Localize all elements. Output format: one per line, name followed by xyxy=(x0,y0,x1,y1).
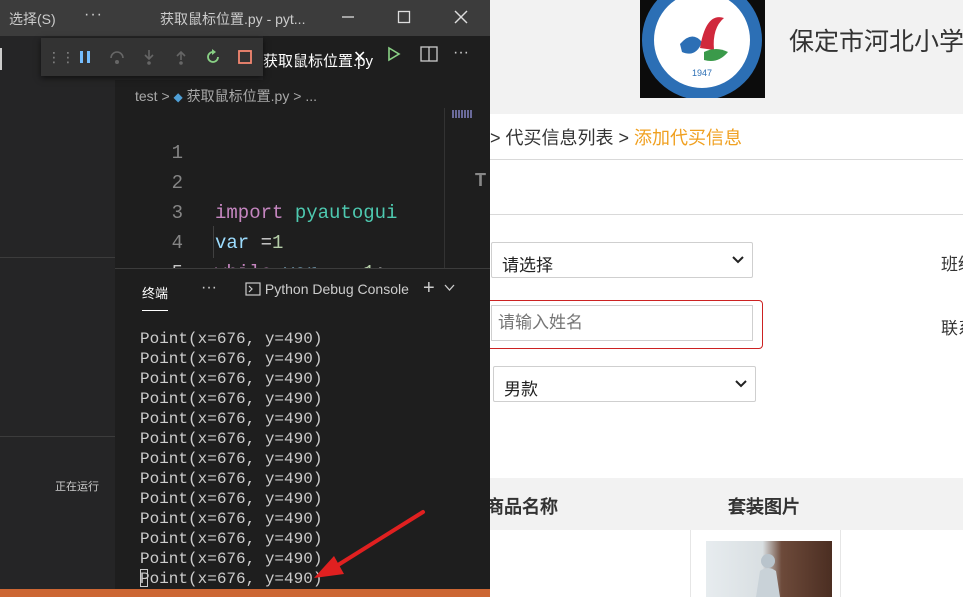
terminal-line: Point(x=676, y=490) xyxy=(140,530,323,548)
item-select[interactable]: 请选择 xyxy=(491,242,753,278)
breadcrumb-file[interactable]: 获取鼠标位置.py xyxy=(187,88,290,104)
terminal-line: Point(x=676, y=490) xyxy=(140,430,323,448)
indent-guide xyxy=(213,226,214,258)
terminal-line: Point(x=676, y=490) xyxy=(140,390,323,408)
minimize-icon[interactable] xyxy=(333,4,363,30)
label-contact: 联系 xyxy=(941,319,963,338)
terminal-line: Point(x=676, y=490) xyxy=(140,510,323,528)
product-photo[interactable] xyxy=(706,541,832,597)
split-editor-icon[interactable] xyxy=(420,46,438,67)
restart-icon[interactable] xyxy=(197,41,229,73)
explorer-stub xyxy=(0,48,8,70)
minimap-glyph: T xyxy=(475,170,486,190)
terminal-output[interactable]: Point(x=676, y=490) Point(x=676, y=490) … xyxy=(140,329,322,589)
code-line: 2 import pyautogui xyxy=(115,138,398,224)
tab-close-icon[interactable]: ✕ xyxy=(353,47,366,67)
status-bar xyxy=(0,589,490,597)
new-terminal-icon[interactable]: + xyxy=(423,277,435,300)
code-line: 3 var =1 xyxy=(115,168,284,254)
vscode-window: 选择(S) ··· 获取鼠标位置.py - pyt... 正在运行 获取鼠标位置… xyxy=(0,0,490,597)
terminal-line: Point(x=676, y=490) xyxy=(140,470,323,488)
divider xyxy=(490,159,963,160)
chevron-down-icon[interactable] xyxy=(444,283,455,295)
cell-divider xyxy=(840,530,841,597)
variable: var xyxy=(215,232,250,254)
module-name: pyautogui xyxy=(294,202,398,224)
column-header-image: 套装图片 xyxy=(728,497,800,517)
tab-terminal[interactable]: 终端 xyxy=(142,283,169,311)
site-name: 保定市河北小学 xyxy=(789,28,963,56)
terminal-line: Point(x=676, y=490) xyxy=(140,410,323,428)
maximize-icon[interactable] xyxy=(389,4,419,30)
minimap-preview xyxy=(452,110,472,118)
drag-handle-icon[interactable]: ⋮⋮ xyxy=(47,49,75,66)
breadcrumb-folder[interactable]: test xyxy=(135,88,158,104)
terminal-line: Point(x=676, y=490) xyxy=(140,450,323,468)
operator: = xyxy=(249,232,273,254)
panel-more-icon[interactable]: ··· xyxy=(201,279,217,297)
step-into-icon[interactable] xyxy=(133,41,165,73)
logo-year: 1947 xyxy=(692,68,712,78)
breadcrumb-current: 添加代买信息 xyxy=(634,128,743,148)
python-file-icon: ◆ xyxy=(173,90,183,104)
window-title: 获取鼠标位置.py - pyt... xyxy=(160,11,306,27)
terminal-line: Point(x=676, y=490) xyxy=(140,570,323,588)
school-logo: 1947 xyxy=(640,0,765,100)
terminal-line: Point(x=676, y=490) xyxy=(140,490,323,508)
gender-select[interactable]: 男款 xyxy=(493,366,756,402)
column-header-product: 商品名称 xyxy=(490,497,558,517)
breadcrumb-separator: > xyxy=(161,88,170,104)
menu-more-icon[interactable]: ··· xyxy=(84,6,103,24)
menu-selection[interactable]: 选择(S) xyxy=(9,9,56,29)
chevron-down-icon xyxy=(735,380,747,388)
keyword: import xyxy=(215,202,284,224)
stop-icon[interactable] xyxy=(229,41,261,73)
select-value: 请选择 xyxy=(502,256,553,275)
run-icon[interactable] xyxy=(387,46,401,67)
code-line: 4 while var == 1: xyxy=(115,198,386,284)
console-selector[interactable]: Python Debug Console xyxy=(245,281,409,297)
divider xyxy=(490,214,963,215)
terminal-line: Point(x=676, y=490) xyxy=(140,550,323,568)
close-window-icon[interactable] xyxy=(446,4,476,30)
table-header: 商品名称 套装图片 xyxy=(490,478,963,530)
breadcrumb-list-link[interactable]: > 代买信息列表 > xyxy=(490,128,629,148)
debug-toolbar: ⋮⋮ xyxy=(41,38,263,76)
terminal-line: Point(x=676, y=490) xyxy=(140,370,323,388)
site-header: 1947 保定市河北小学 xyxy=(490,0,963,114)
code-line: 5 print(pyautogui xyxy=(115,228,436,314)
number: 1 xyxy=(272,232,284,254)
running-status: 正在运行 xyxy=(55,481,99,493)
cell-divider xyxy=(690,530,691,597)
name-field-highlight xyxy=(490,300,763,349)
pause-icon[interactable] xyxy=(69,41,101,73)
step-out-icon[interactable] xyxy=(165,41,197,73)
terminal-icon xyxy=(245,282,261,296)
terminal-cursor xyxy=(140,569,148,587)
console-name: Python Debug Console xyxy=(264,281,409,297)
side-divider xyxy=(0,436,115,437)
terminal-line: Point(x=676, y=490) xyxy=(140,350,323,368)
web-page: 1947 保定市河北小学 > 代买信息列表 > 添加代买信息 请选择 班级 联系… xyxy=(490,0,963,597)
terminal-line: Point(x=676, y=490) xyxy=(140,330,323,348)
select-value: 男款 xyxy=(504,380,538,399)
title-bar: 选择(S) ··· 获取鼠标位置.py - pyt... xyxy=(0,0,490,36)
breadcrumb: > 代买信息列表 > 添加代买信息 xyxy=(490,124,742,150)
terminal-panel: 终端 ··· Python Debug Console + Point(x=67… xyxy=(115,268,490,590)
side-divider xyxy=(0,257,115,258)
breadcrumb-tail[interactable]: > ... xyxy=(293,88,317,104)
code-line: 1 xyxy=(115,108,183,164)
label-class: 班级 xyxy=(941,255,963,274)
chevron-down-icon xyxy=(732,256,744,264)
editor-more-icon[interactable]: ··· xyxy=(453,44,469,62)
breadcrumb: test > ◆ 获取鼠标位置.py > ... xyxy=(135,86,317,106)
step-over-icon[interactable] xyxy=(101,41,133,73)
code-editor[interactable]: 1 2 import pyautogui 3 var =1 4 while va… xyxy=(115,108,445,314)
minimap[interactable]: T xyxy=(444,108,490,268)
side-panel: 正在运行 xyxy=(0,36,115,589)
name-input[interactable] xyxy=(491,305,753,341)
